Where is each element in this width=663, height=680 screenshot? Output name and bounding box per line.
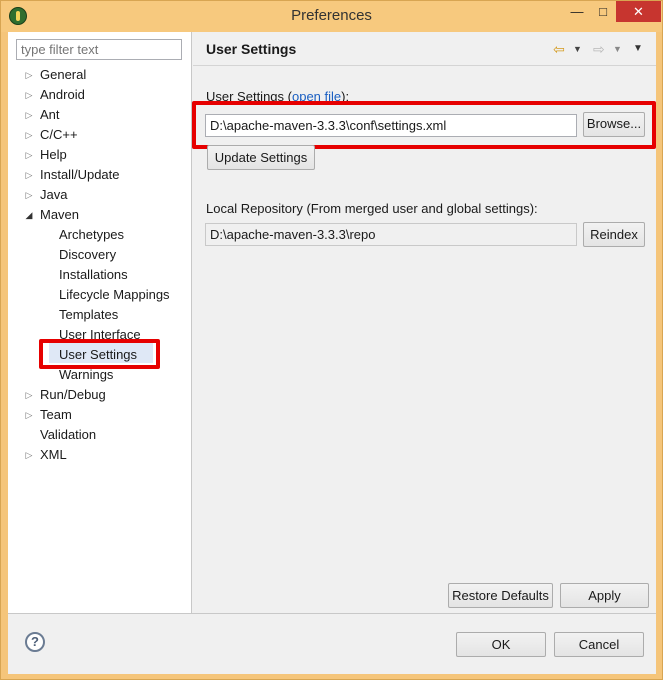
back-dropdown-icon[interactable]: ▼ xyxy=(573,39,582,59)
tree-item-ant[interactable]: Ant xyxy=(40,105,60,125)
tree-item-cpp[interactable]: C/C++ xyxy=(40,125,78,145)
expand-arrow-icon[interactable]: ▷ xyxy=(24,385,34,405)
collapse-arrow-icon[interactable]: ◢ xyxy=(24,205,34,225)
expand-arrow-icon[interactable]: ▷ xyxy=(24,165,34,185)
minimize-button[interactable]: — xyxy=(564,1,590,22)
title-separator xyxy=(193,65,656,66)
expand-arrow-icon[interactable]: ▷ xyxy=(24,405,34,425)
filter-input[interactable] xyxy=(16,39,182,60)
tree-item-validation[interactable]: Validation xyxy=(40,425,96,445)
back-arrow-icon[interactable]: ⇦ xyxy=(553,39,565,59)
tree-item-java[interactable]: Java xyxy=(40,185,67,205)
update-settings-button[interactable]: Update Settings xyxy=(207,145,315,170)
window-title: Preferences xyxy=(291,7,372,24)
forward-dropdown-icon[interactable]: ▼ xyxy=(613,39,622,59)
help-icon[interactable]: ? xyxy=(25,632,45,652)
tree-item-general[interactable]: General xyxy=(40,65,86,85)
annotation-highlight-settings-path xyxy=(192,101,656,149)
expand-arrow-icon[interactable]: ▷ xyxy=(24,185,34,205)
page-title: User Settings xyxy=(206,41,297,57)
preference-page-pane: User Settings ⇦ ▼ ⇨ ▼ ▼ User Settings (o… xyxy=(192,32,656,613)
tree-item-help[interactable]: Help xyxy=(40,145,67,165)
tree-item-maven[interactable]: Maven xyxy=(40,205,79,225)
tree-item-templates[interactable]: Templates xyxy=(59,305,118,325)
local-repository-label: Local Repository (From merged user and g… xyxy=(206,201,538,216)
ok-button[interactable]: OK xyxy=(456,632,546,657)
tree-item-installations[interactable]: Installations xyxy=(59,265,128,285)
annotation-highlight-user-settings xyxy=(39,339,160,369)
tree-item-xml[interactable]: XML xyxy=(40,445,67,465)
view-menu-icon[interactable]: ▼ xyxy=(633,39,643,59)
maximize-button[interactable]: □ xyxy=(590,1,616,22)
expand-arrow-icon[interactable]: ▷ xyxy=(24,85,34,105)
tree-item-android[interactable]: Android xyxy=(40,85,85,105)
expand-arrow-icon[interactable]: ▷ xyxy=(24,65,34,85)
tree-item-team[interactable]: Team xyxy=(40,405,72,425)
expand-arrow-icon[interactable]: ▷ xyxy=(24,145,34,165)
tree-item-lifecycle-mappings[interactable]: Lifecycle Mappings xyxy=(59,285,170,305)
cancel-button[interactable]: Cancel xyxy=(554,632,644,657)
apply-button[interactable]: Apply xyxy=(560,583,649,608)
reindex-button[interactable]: Reindex xyxy=(583,222,645,247)
local-repository-field: D:\apache-maven-3.3.3\repo xyxy=(205,223,577,246)
tree-item-install-update[interactable]: Install/Update xyxy=(40,165,120,185)
footer-separator xyxy=(8,613,656,614)
forward-arrow-icon[interactable]: ⇨ xyxy=(593,39,605,59)
close-button[interactable]: ✕ xyxy=(616,1,661,22)
dialog-client-area: ▷ General ▷ Android ▷ Ant ▷ C/C++ ▷ Help… xyxy=(8,32,656,674)
title-bar: Preferences — □ ✕ xyxy=(1,1,662,32)
tree-item-run-debug[interactable]: Run/Debug xyxy=(40,385,106,405)
tree-item-discovery[interactable]: Discovery xyxy=(59,245,116,265)
expand-arrow-icon[interactable]: ▷ xyxy=(24,105,34,125)
restore-defaults-button[interactable]: Restore Defaults xyxy=(448,583,553,608)
preference-tree-pane: ▷ General ▷ Android ▷ Ant ▷ C/C++ ▷ Help… xyxy=(8,32,192,613)
tree-item-archetypes[interactable]: Archetypes xyxy=(59,225,124,245)
expand-arrow-icon[interactable]: ▷ xyxy=(24,445,34,465)
preferences-window: Preferences — □ ✕ ▷ General ▷ Android ▷ … xyxy=(0,0,663,680)
expand-arrow-icon[interactable]: ▷ xyxy=(24,125,34,145)
